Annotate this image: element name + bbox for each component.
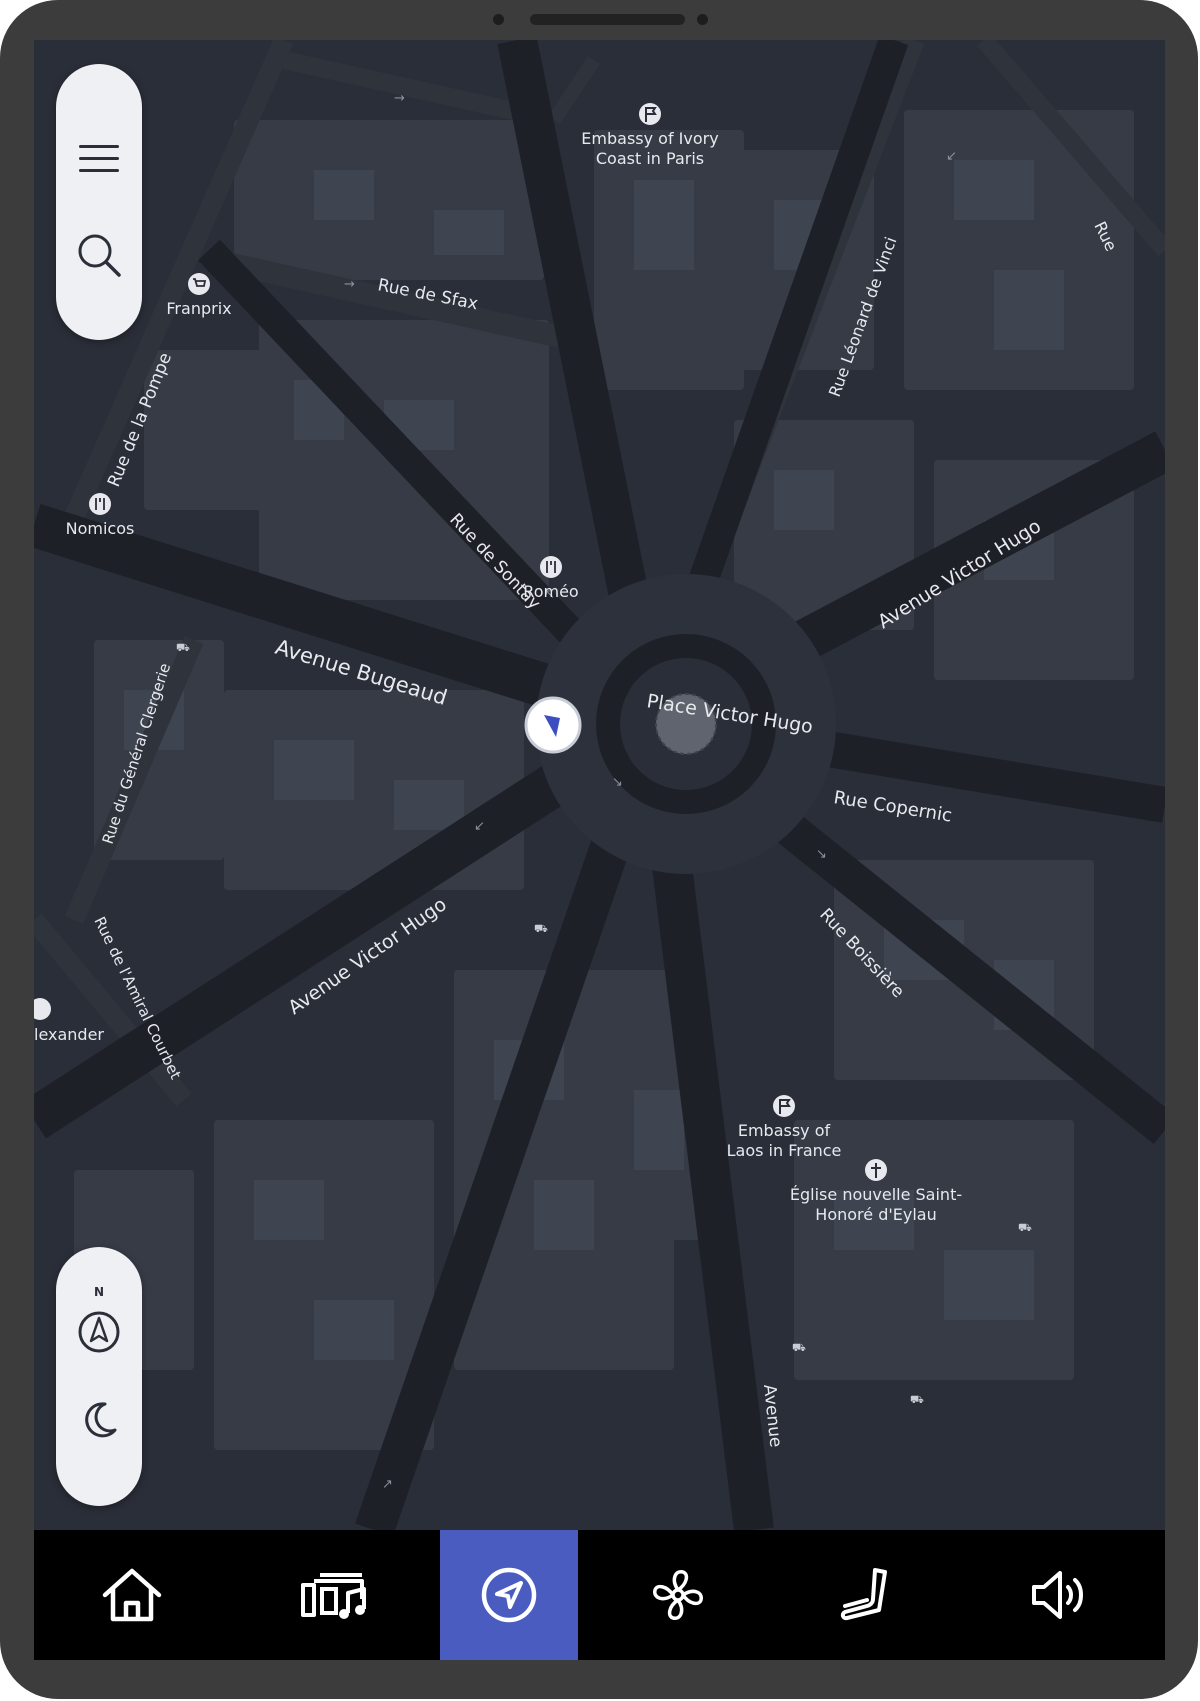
north-label: N bbox=[94, 1285, 105, 1299]
map-view-panel: N bbox=[56, 1247, 142, 1506]
poi-label: Franprix bbox=[166, 299, 231, 318]
svg-text:→: → bbox=[344, 277, 355, 292]
poi-label: Coast in Paris bbox=[596, 149, 704, 168]
poi-label: Laos in France bbox=[727, 1141, 842, 1160]
tablet-device: → → ↖ ↘ ↙ ↙ ↘ ↗ Rue de Sfax Rue de la Po… bbox=[0, 0, 1200, 1701]
bottom-navigation-bar bbox=[34, 1530, 1165, 1660]
shopping-cart-icon bbox=[188, 273, 210, 295]
svg-text:↗: ↗ bbox=[382, 1477, 393, 1492]
svg-text:⛟: ⛟ bbox=[534, 922, 548, 935]
restaurant-icon bbox=[89, 493, 111, 515]
nav-home[interactable] bbox=[34, 1530, 230, 1660]
volume-icon bbox=[1031, 1571, 1083, 1619]
moon-icon bbox=[85, 1402, 117, 1438]
poi-label: Embassy of bbox=[738, 1121, 831, 1140]
menu-button[interactable] bbox=[56, 116, 142, 202]
current-location-marker bbox=[524, 696, 582, 754]
sensor-icon bbox=[697, 14, 708, 25]
svg-text:↙: ↙ bbox=[474, 819, 485, 834]
svg-text:⛟: ⛟ bbox=[176, 641, 190, 654]
poi-label: Roméo bbox=[523, 582, 578, 601]
svg-text:→: → bbox=[394, 91, 405, 106]
compass-icon bbox=[78, 1311, 120, 1353]
search-icon bbox=[78, 234, 121, 277]
compass-button[interactable]: N bbox=[56, 1285, 142, 1373]
media-icon bbox=[301, 1573, 366, 1619]
svg-text:↘: ↘ bbox=[816, 847, 827, 862]
svg-text:⛟: ⛟ bbox=[910, 1393, 924, 1406]
restaurant-icon bbox=[540, 556, 562, 578]
poi-label: Église nouvelle Saint- bbox=[790, 1185, 962, 1204]
poi-label: Nomicos bbox=[66, 519, 135, 538]
poi-label: Embassy of Ivory bbox=[581, 129, 718, 148]
svg-text:⛟: ⛟ bbox=[792, 1341, 806, 1354]
nav-media[interactable] bbox=[230, 1530, 440, 1660]
nav-navigation[interactable] bbox=[440, 1530, 578, 1660]
map-tools-panel bbox=[56, 64, 142, 340]
fan-icon bbox=[653, 1570, 703, 1620]
seat-icon bbox=[840, 1568, 887, 1621]
screen: → → ↖ ↘ ↙ ↙ ↘ ↗ Rue de Sfax Rue de la Po… bbox=[34, 40, 1165, 1660]
speaker-grille bbox=[530, 14, 685, 25]
home-icon bbox=[102, 1568, 162, 1622]
poi-label: lexander bbox=[34, 1025, 104, 1044]
svg-text:↘: ↘ bbox=[612, 775, 623, 790]
poi-label: Honoré d'Eylau bbox=[815, 1205, 936, 1224]
nav-volume[interactable] bbox=[954, 1530, 1165, 1660]
night-mode-button[interactable] bbox=[56, 1377, 142, 1463]
search-button[interactable] bbox=[56, 212, 142, 298]
menu-icon bbox=[79, 145, 119, 172]
nav-climate[interactable] bbox=[578, 1530, 778, 1660]
nav-seat[interactable] bbox=[778, 1530, 954, 1660]
svg-text:↙: ↙ bbox=[946, 149, 957, 164]
camera-icon bbox=[493, 14, 504, 25]
map-canvas[interactable]: → → ↖ ↘ ↙ ↙ ↘ ↗ Rue de Sfax Rue de la Po… bbox=[34, 40, 1165, 1530]
navigation-icon bbox=[481, 1567, 537, 1623]
svg-text:⛟: ⛟ bbox=[1018, 1221, 1032, 1234]
